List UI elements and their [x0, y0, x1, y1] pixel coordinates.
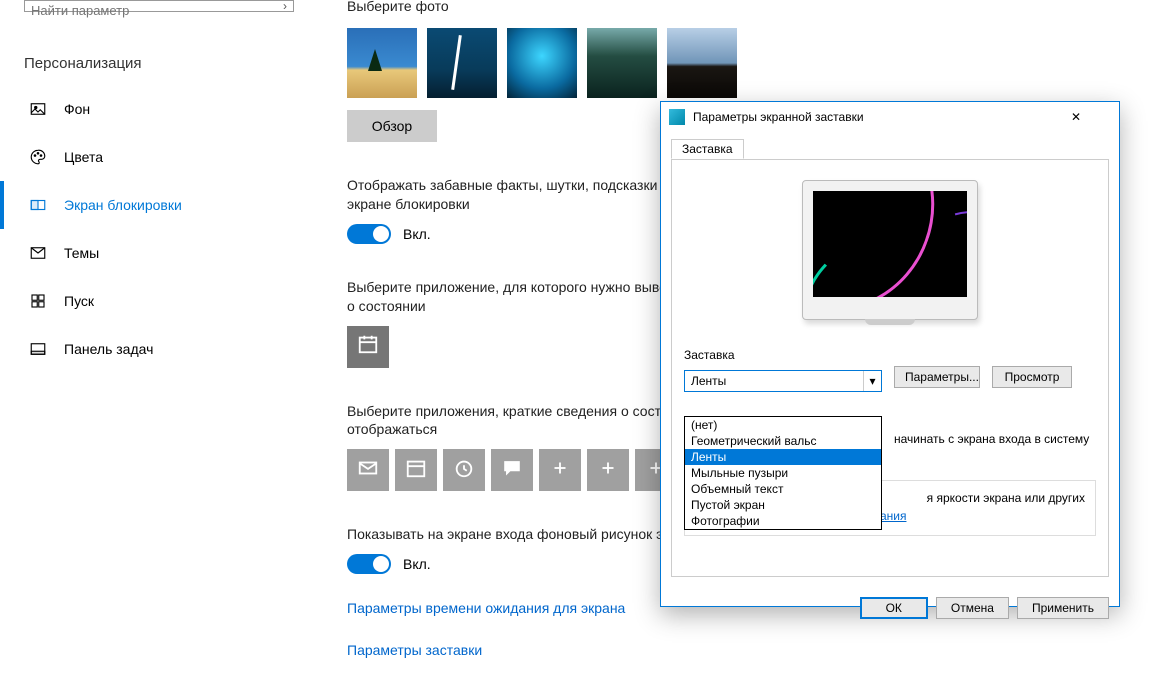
- dialog-footer: ОК Отмена Применить: [661, 587, 1119, 629]
- nav-label: Панель задач: [64, 341, 153, 357]
- clock-icon: [453, 457, 475, 484]
- dialog-titlebar: Параметры экранной заставки ✕: [661, 102, 1119, 132]
- dropdown-option[interactable]: (нет): [685, 417, 881, 433]
- nav-label: Темы: [64, 245, 99, 261]
- photo-thumb[interactable]: [507, 28, 577, 98]
- screensaver-combo[interactable]: Ленты ▾: [684, 370, 882, 392]
- nav-label: Фон: [64, 101, 90, 117]
- cancel-button[interactable]: Отмена: [936, 597, 1009, 619]
- tabstrip: Заставка: [671, 138, 1109, 160]
- screensaver-group-label: Заставка: [684, 348, 1096, 362]
- close-icon: ✕: [1071, 110, 1111, 124]
- toggle-state: Вкл.: [403, 556, 431, 572]
- choose-photo-label: Выберите фото: [347, 0, 847, 14]
- search-box[interactable]: ›: [24, 0, 294, 12]
- nav-themes[interactable]: Темы: [0, 229, 310, 277]
- apply-button[interactable]: Применить: [1017, 597, 1109, 619]
- screensaver-dropdown[interactable]: (нет) Геометрический вальс Ленты Мыльные…: [684, 416, 882, 530]
- toggle-state: Вкл.: [403, 226, 431, 242]
- screensaver-dialog: Параметры экранной заставки ✕ Заставка З…: [660, 101, 1120, 607]
- dropdown-option[interactable]: Пустой экран: [685, 497, 881, 513]
- detailed-app-tile[interactable]: [347, 326, 389, 368]
- link-screensaver[interactable]: Параметры заставки: [347, 642, 847, 658]
- photo-thumb[interactable]: [347, 28, 417, 98]
- quick-tile-calendar[interactable]: [395, 449, 437, 491]
- quick-tile-messaging[interactable]: [491, 449, 533, 491]
- nav-start[interactable]: Пуск: [0, 277, 310, 325]
- nav-label: Пуск: [64, 293, 94, 309]
- ok-button[interactable]: ОК: [860, 597, 928, 619]
- calendar-icon: [405, 457, 427, 484]
- plus-icon: [549, 457, 571, 484]
- nav-background[interactable]: Фон: [0, 85, 310, 133]
- plus-icon: [597, 457, 619, 484]
- tab-panel: Заставка Ленты ▾ Параметры... Просмотр (…: [671, 160, 1109, 577]
- quick-tile-alarm[interactable]: [443, 449, 485, 491]
- nav-taskbar[interactable]: Панель задач: [0, 325, 310, 373]
- preview-screen: [813, 191, 967, 297]
- dialog-icon: [669, 109, 685, 125]
- chat-icon: [501, 457, 523, 484]
- themes-icon: [28, 243, 48, 263]
- start-icon: [28, 291, 48, 311]
- dropdown-option[interactable]: Ленты: [685, 449, 881, 465]
- search-chevron-icon: ›: [283, 0, 287, 13]
- dropdown-option[interactable]: Объемный текст: [685, 481, 881, 497]
- quick-tile-add[interactable]: [587, 449, 629, 491]
- photo-thumbnails: [347, 28, 847, 98]
- funfacts-toggle[interactable]: [347, 224, 391, 244]
- category-title: Персонализация: [24, 55, 142, 72]
- nav-list: Фон Цвета Экран блокировки Темы Пуск: [0, 85, 310, 373]
- quick-tile-add[interactable]: [539, 449, 581, 491]
- nav-lockscreen[interactable]: Экран блокировки: [0, 181, 310, 229]
- nav-label: Экран блокировки: [64, 197, 182, 213]
- mail-icon: [357, 457, 379, 484]
- taskbar-icon: [28, 339, 48, 359]
- dropdown-option[interactable]: Мыльные пузыри: [685, 465, 881, 481]
- palette-icon: [28, 147, 48, 167]
- browse-button[interactable]: Обзор: [347, 110, 437, 142]
- dropdown-option[interactable]: Фотографии: [685, 513, 881, 529]
- search-input[interactable]: [25, 1, 265, 20]
- dialog-title: Параметры экранной заставки: [693, 110, 1071, 124]
- tab-screensaver[interactable]: Заставка: [671, 139, 744, 159]
- photo-thumb[interactable]: [427, 28, 497, 98]
- nav-label: Цвета: [64, 149, 103, 165]
- nav-colors[interactable]: Цвета: [0, 133, 310, 181]
- photo-thumb[interactable]: [587, 28, 657, 98]
- chevron-down-icon: ▾: [863, 371, 881, 391]
- preview-button[interactable]: Просмотр: [992, 366, 1072, 388]
- show-bg-toggle[interactable]: [347, 554, 391, 574]
- quick-tile-mail[interactable]: [347, 449, 389, 491]
- settings-sidebar: › Персонализация Фон Цвета Экран блокиро…: [0, 0, 310, 695]
- lockscreen-icon: [28, 195, 48, 215]
- close-button[interactable]: ✕: [1071, 104, 1111, 130]
- photo-thumb[interactable]: [667, 28, 737, 98]
- settings-button[interactable]: Параметры...: [894, 366, 980, 388]
- calendar-icon: [357, 333, 379, 360]
- resume-label: начинать с экрана входа в систему: [894, 432, 1089, 446]
- dropdown-option[interactable]: Геометрический вальс: [685, 433, 881, 449]
- combo-value: Ленты: [691, 374, 726, 388]
- picture-icon: [28, 99, 48, 119]
- preview-monitor: [802, 180, 978, 320]
